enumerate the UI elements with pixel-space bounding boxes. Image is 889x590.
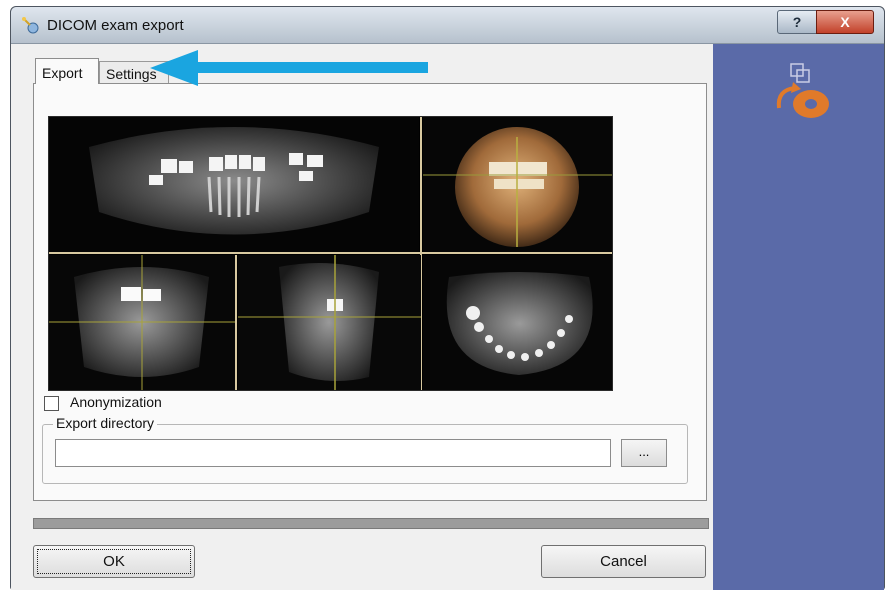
dicom-preview-image [48, 116, 613, 391]
dicom-app-icon [21, 16, 39, 34]
cancel-button[interactable]: Cancel [541, 545, 706, 578]
export-tab-panel: Anonymization Export directory ... [33, 83, 707, 501]
coronal-view [49, 255, 235, 390]
dialog-client-area: Export Settings Anonymization Export dir… [11, 43, 884, 590]
anonymization-checkbox[interactable] [44, 396, 59, 411]
tab-export[interactable]: Export [35, 58, 99, 84]
close-button[interactable]: X [816, 10, 874, 34]
window-title: DICOM exam export [47, 17, 184, 34]
ok-button[interactable]: OK [33, 545, 195, 578]
browse-button[interactable]: ... [621, 439, 667, 467]
pointer-arrow-icon [150, 50, 428, 86]
export-disc-icon [771, 62, 835, 126]
sagittal-view [238, 255, 421, 390]
export-directory-label: Export directory [53, 415, 158, 431]
export-directory-group: Export directory ... [42, 415, 688, 484]
export-progress-bar [33, 518, 709, 529]
anonymization-label: Anonymization [70, 394, 162, 410]
3d-render-view [423, 117, 612, 252]
export-directory-input[interactable] [55, 439, 611, 467]
title-bar[interactable]: DICOM exam export ? X [11, 7, 884, 43]
dicom-export-dialog: DICOM exam export ? X Export Settings An… [10, 6, 885, 590]
axial-view [423, 255, 612, 390]
help-button[interactable]: ? [777, 10, 817, 34]
side-banner [713, 44, 884, 590]
panoramic-view [49, 117, 419, 252]
